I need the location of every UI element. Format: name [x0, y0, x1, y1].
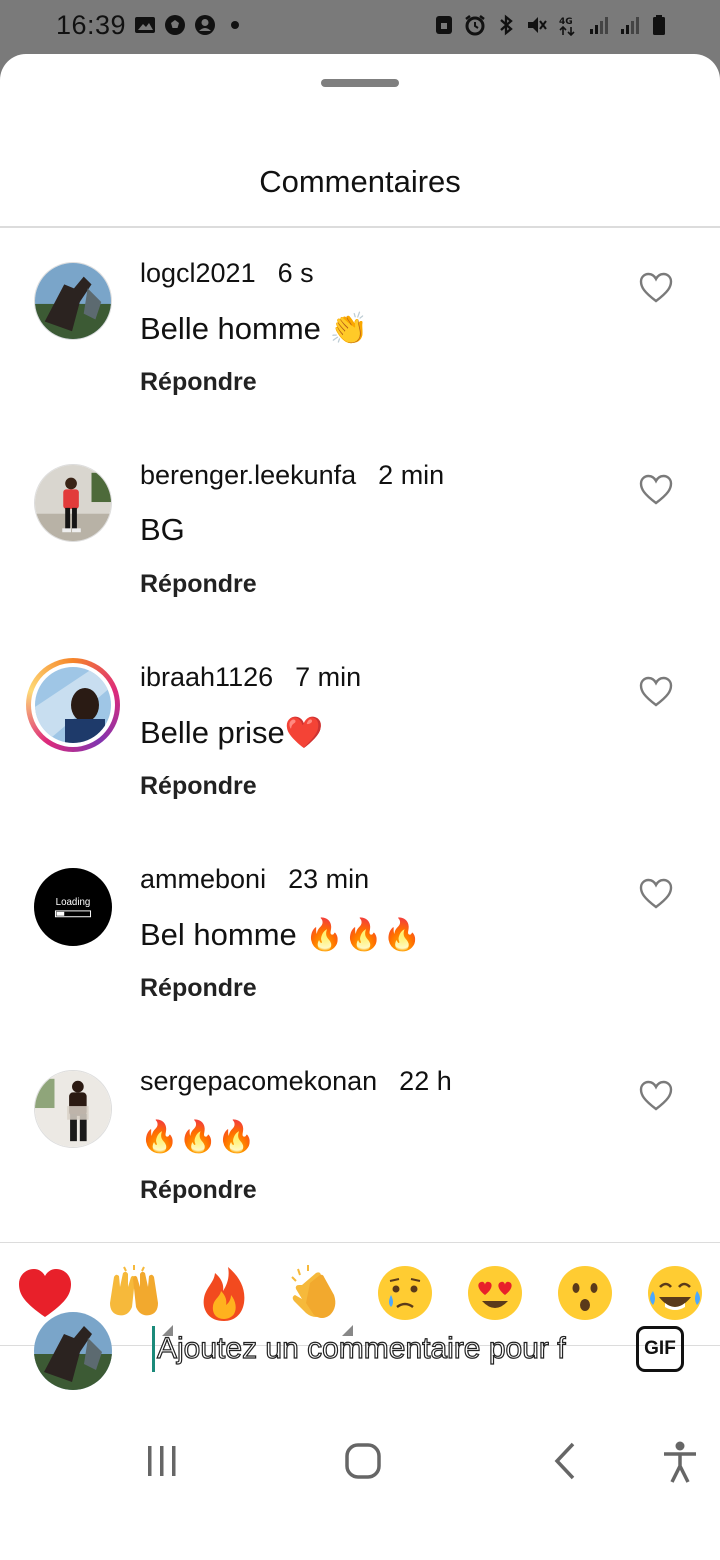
alarm-icon	[464, 14, 486, 36]
comment-time: 6 s	[277, 258, 314, 288]
accessibility-icon[interactable]	[656, 1438, 704, 1486]
heart-outline-icon[interactable]	[639, 272, 673, 304]
gif-button[interactable]: GIF	[636, 1326, 684, 1372]
comment-username[interactable]: sergepacomekonan	[140, 1066, 377, 1096]
svg-text:4G: 4G	[559, 17, 573, 27]
recents-icon[interactable]	[138, 1438, 186, 1486]
bluetooth-icon	[495, 14, 517, 36]
home-icon[interactable]	[339, 1438, 387, 1486]
vpn-lock-icon	[433, 14, 455, 36]
comment-time: 23 min	[288, 864, 370, 894]
heart-outline-icon[interactable]	[639, 676, 673, 708]
comment-item: berenger.leekunfa 2 min BG Répondre	[0, 430, 720, 632]
heart-outline-icon[interactable]	[639, 878, 673, 910]
composer-avatar	[34, 1312, 112, 1390]
mute-icon	[526, 14, 548, 36]
heart-outline-icon[interactable]	[639, 1080, 673, 1112]
avatar[interactable]	[34, 262, 112, 340]
reply-button[interactable]: Répondre	[140, 570, 257, 599]
reply-button[interactable]: Répondre	[140, 974, 257, 1003]
fire-emoji[interactable]	[194, 1263, 254, 1323]
signal-icon	[619, 14, 641, 36]
tears-of-joy-emoji[interactable]	[645, 1263, 705, 1323]
comment-item: ibraah1126 7 min Belle prise❤️ Répondre	[0, 632, 720, 834]
status-bar: 16:39 4G	[0, 0, 720, 54]
comment-text: BG	[140, 512, 185, 547]
account-circle-icon	[194, 14, 216, 36]
battery-icon	[650, 14, 672, 36]
avatar-story-ring[interactable]	[26, 658, 120, 752]
drag-handle[interactable]	[321, 79, 399, 87]
crying-face-emoji[interactable]	[375, 1263, 435, 1323]
comment-time: 22 h	[399, 1066, 452, 1096]
comment-item: Loading ammeboni 23 min Bel homme 🔥🔥🔥 Rép…	[0, 834, 720, 1036]
reply-button[interactable]: Répondre	[140, 772, 257, 801]
system-nav-bar	[0, 1420, 720, 1506]
comment-item: sergepacomekonan 22 h 🔥🔥🔥 Répondre	[0, 1036, 720, 1238]
avatar[interactable]	[34, 1070, 112, 1148]
status-left-icons	[134, 14, 246, 36]
heart-eyes-emoji[interactable]	[465, 1263, 525, 1323]
network-4g-icon: 4G	[557, 14, 579, 36]
status-right-icons: 4G	[433, 14, 672, 36]
comment-username[interactable]: berenger.leekunfa	[140, 460, 356, 490]
comment-text: Bel homme 🔥🔥🔥	[140, 917, 422, 952]
sheet-title: Commentaires	[259, 164, 461, 199]
dot-icon	[224, 14, 246, 36]
comment-input[interactable]: Ajoutez un commentaire pour f	[152, 1326, 602, 1372]
comment-username[interactable]: ibraah1126	[140, 662, 273, 692]
image-icon	[134, 14, 156, 36]
heart-outline-icon[interactable]	[639, 474, 673, 506]
status-time: 16:39	[56, 10, 127, 40]
back-icon[interactable]	[541, 1438, 589, 1486]
loading-label: Loading	[56, 897, 91, 908]
comment-time: 2 min	[378, 460, 445, 490]
comment-text: Belle prise❤️	[140, 715, 324, 750]
clapping-hands-emoji[interactable]	[286, 1263, 346, 1323]
avatar[interactable]	[34, 464, 112, 542]
avatar[interactable]: Loading	[34, 868, 112, 946]
reply-button[interactable]: Répondre	[140, 368, 257, 397]
soccer-ball-icon	[164, 14, 186, 36]
reply-button[interactable]: Répondre	[140, 1176, 257, 1205]
raising-hands-emoji[interactable]	[104, 1263, 164, 1323]
comment-text: Belle homme 👏	[140, 311, 369, 346]
comment-username[interactable]: ammeboni	[140, 864, 266, 894]
comment-username[interactable]: logcl2021	[140, 258, 256, 288]
surprised-face-emoji[interactable]	[555, 1263, 615, 1323]
comment-text: 🔥🔥🔥	[140, 1119, 256, 1154]
comments-list: logcl2021 6 s Belle homme 👏 Répondre ber…	[0, 228, 720, 1238]
comment-item: logcl2021 6 s Belle homme 👏 Répondre	[0, 228, 720, 430]
signal-icon	[588, 14, 610, 36]
comment-time: 7 min	[295, 662, 362, 692]
